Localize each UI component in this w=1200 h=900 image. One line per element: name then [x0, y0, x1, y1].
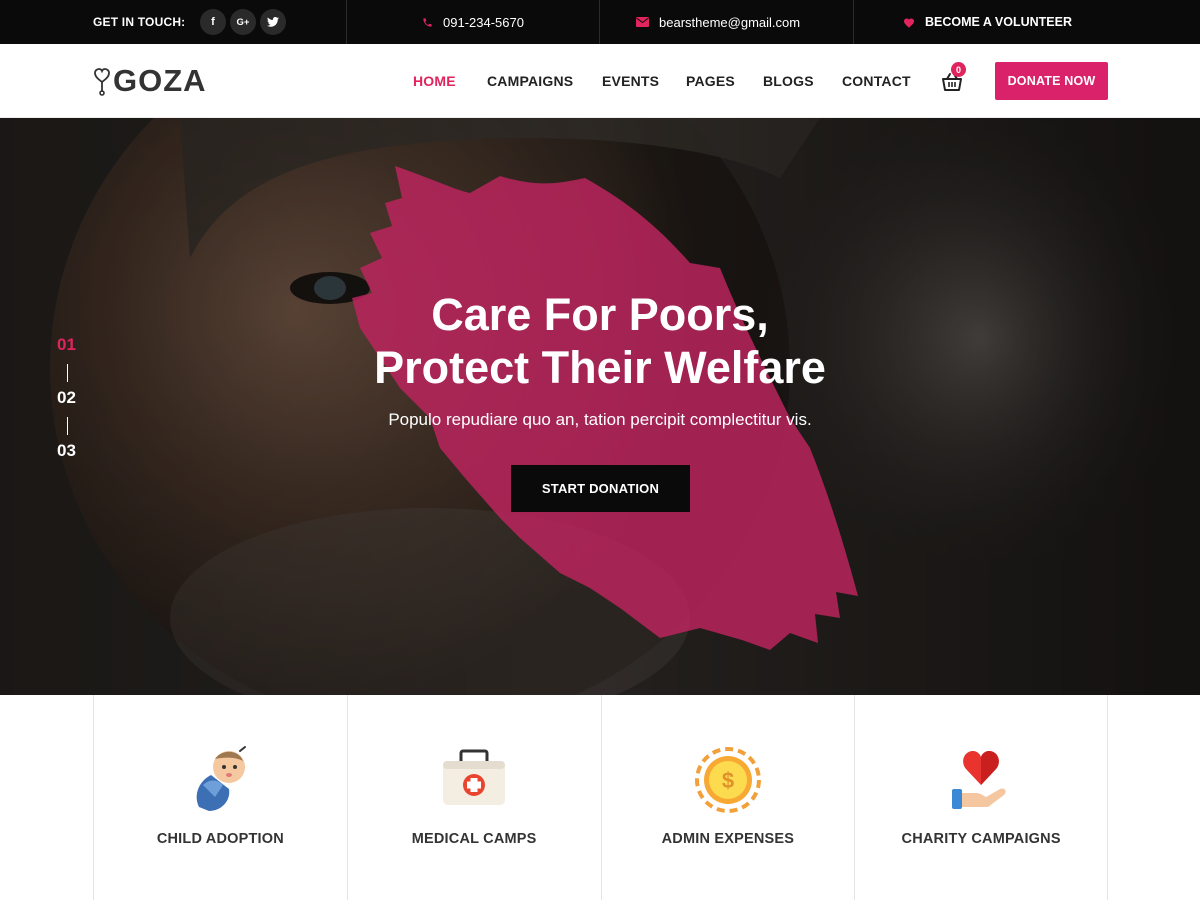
phone-number: 091-234-5670 [443, 14, 524, 30]
feature-label: CHILD ADOPTION [156, 831, 284, 847]
facebook-glyph: f [211, 16, 215, 28]
baby-icon [185, 745, 255, 815]
heart-icon [903, 17, 915, 28]
nav-home[interactable]: HOME [413, 73, 456, 89]
coin-icon: $ [693, 745, 763, 815]
heart-hand-icon [946, 745, 1016, 815]
hero-slider: 01 02 03 Care For Poors, Protect Their W… [0, 118, 1200, 695]
hero-subtitle: Populo repudiare quo an, tation percipit… [388, 410, 812, 429]
site-logo[interactable]: GOZA [92, 63, 207, 99]
google-plus-icon[interactable]: G+ [230, 9, 256, 35]
hero-title-line-1: Care For Poors, [431, 289, 769, 340]
first-aid-kit-icon [439, 745, 509, 815]
feature-card-admin-expenses[interactable]: $ ADMIN EXPENSES [600, 695, 855, 900]
stethoscope-logo-icon [92, 66, 112, 96]
email-address: bearstheme@gmail.com [659, 14, 801, 30]
nav-contact[interactable]: CONTACT [842, 73, 911, 89]
hero-title-line-2: Protect Their Welfare [374, 342, 826, 393]
become-volunteer-link[interactable]: BECOME A VOLUNTEER [903, 0, 1072, 44]
nav-blogs[interactable]: BLOGS [763, 73, 814, 89]
hero-background-image [0, 118, 1200, 695]
donate-now-button[interactable]: DONATE NOW [995, 62, 1108, 100]
main-header: GOZA HOME CAMPAIGNS EVENTS PAGES BLOGS C… [0, 44, 1200, 118]
volunteer-label: BECOME A VOLUNTEER [925, 15, 1072, 29]
feature-label: ADMIN EXPENSES [661, 831, 795, 847]
twitter-icon[interactable] [260, 9, 286, 35]
feature-card-medical-camps[interactable]: MEDICAL CAMPS [346, 695, 601, 900]
nav-events[interactable]: EVENTS [602, 73, 659, 89]
phone-contact[interactable]: 091-234-5670 [422, 0, 524, 44]
feature-label: CHARITY CAMPAIGNS [901, 831, 1061, 847]
topbar-divider [346, 0, 347, 44]
feature-card-child-adoption[interactable]: CHILD ADOPTION [93, 695, 347, 900]
topbar-divider [853, 0, 854, 44]
envelope-icon [636, 17, 649, 27]
nav-campaigns[interactable]: CAMPAIGNS [487, 73, 573, 89]
get-in-touch-label: GET IN TOUCH: [93, 15, 186, 29]
topbar-divider [599, 0, 600, 44]
top-bar: GET IN TOUCH: f G+ 091-234-5670 bearsthe… [0, 0, 1200, 44]
logo-text: GOZA [113, 63, 207, 98]
google-plus-glyph: G+ [236, 16, 250, 28]
nav-pages[interactable]: PAGES [686, 73, 735, 89]
facebook-icon[interactable]: f [200, 9, 226, 35]
cart-count-badge: 0 [951, 62, 966, 77]
svg-text:$: $ [722, 768, 734, 793]
slide-indicator-03[interactable]: 03 [57, 441, 76, 461]
feature-cards: CHILD ADOPTION MEDICAL CAMPS $ ADMIN EXP… [93, 695, 1108, 900]
phone-icon [422, 17, 433, 28]
feature-label: MEDICAL CAMPS [411, 831, 537, 847]
start-donation-button[interactable]: START DONATION [511, 465, 690, 512]
email-contact[interactable]: bearstheme@gmail.com [636, 0, 800, 44]
feature-card-charity-campaigns[interactable]: CHARITY CAMPAIGNS [854, 695, 1108, 900]
